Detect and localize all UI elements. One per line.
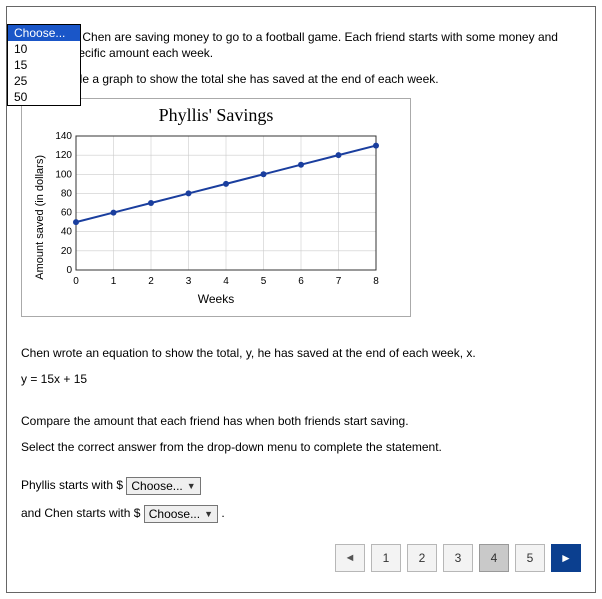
svg-text:40: 40 <box>61 226 73 237</box>
arrow-right-icon: ► <box>560 551 572 565</box>
dropdown-chen-button[interactable]: Choose... ▼ <box>144 505 218 523</box>
svg-text:0: 0 <box>66 265 72 276</box>
arrow-left-icon: ◄ <box>345 552 356 564</box>
chen-equation: y = 15x + 15 <box>21 371 581 387</box>
dropdown-chen-value: Choose... <box>149 507 200 521</box>
select-instruction: Select the correct answer from the drop-… <box>21 439 581 455</box>
svg-text:2: 2 <box>148 276 154 287</box>
pagination: ◄ 12345 ► <box>335 544 581 572</box>
dropdown-chen[interactable]: Choose... ▼ <box>144 505 218 523</box>
svg-text:4: 4 <box>223 276 229 287</box>
svg-text:100: 100 <box>55 169 72 180</box>
next-page-button[interactable]: ► <box>551 544 581 572</box>
dropdown-option[interactable]: 25 <box>8 73 80 89</box>
svg-text:5: 5 <box>261 276 267 287</box>
sentence-part-b: and Chen starts with $ <box>21 506 144 520</box>
svg-text:0: 0 <box>73 276 79 287</box>
svg-text:3: 3 <box>186 276 192 287</box>
line-chart: 012345678020406080100120140 <box>46 130 386 290</box>
svg-text:1: 1 <box>111 276 117 287</box>
chevron-down-icon: ▼ <box>187 479 196 493</box>
svg-text:20: 20 <box>61 245 73 256</box>
svg-text:60: 60 <box>61 207 73 218</box>
chart-title: Phyllis' Savings <box>30 105 402 126</box>
dropdown-option[interactable]: 10 <box>8 41 80 57</box>
sentence-part-c: . <box>221 506 224 520</box>
page-number-button[interactable]: 4 <box>479 544 509 572</box>
compare-instruction: Compare the amount that each friend has … <box>21 413 581 429</box>
svg-text:8: 8 <box>373 276 379 287</box>
svg-text:120: 120 <box>55 150 72 161</box>
page-number-button[interactable]: 3 <box>443 544 473 572</box>
page-number-button[interactable]: 1 <box>371 544 401 572</box>
chen-equation-intro: Chen wrote an equation to show the total… <box>21 345 581 361</box>
intro-paragraph-2: Phyllis made a graph to show the total s… <box>21 71 581 87</box>
dropdown-option[interactable]: Choose... <box>8 25 80 41</box>
dropdown-option[interactable]: 50 <box>8 89 80 105</box>
page-number-button[interactable]: 5 <box>515 544 545 572</box>
dropdown-option[interactable]: 15 <box>8 57 80 73</box>
y-axis-label: Amount saved (in dollars) <box>30 155 46 280</box>
chevron-down-icon: ▼ <box>204 507 213 521</box>
savings-graph: Phyllis' Savings Amount saved (in dollar… <box>21 98 411 317</box>
svg-text:80: 80 <box>61 188 73 199</box>
question-panel: { "intro_p1": "Phyllis and Chen are savi… <box>6 6 596 593</box>
svg-text:7: 7 <box>336 276 342 287</box>
dropdown-phyllis-value: Choose... <box>131 479 182 493</box>
dropdown-phyllis[interactable]: Choose... ▼ <box>126 477 200 495</box>
answer-sentence: Phyllis starts with $ Choose... ▼ <box>21 477 581 495</box>
x-axis-label: Weeks <box>198 292 234 306</box>
prev-page-button[interactable]: ◄ <box>335 544 365 572</box>
sentence-part-a: Phyllis starts with $ <box>21 478 123 492</box>
dropdown-phyllis-list[interactable]: Choose...10152550 <box>7 24 81 106</box>
page-number-button[interactable]: 2 <box>407 544 437 572</box>
dropdown-phyllis-button[interactable]: Choose... ▼ <box>126 477 200 495</box>
svg-text:140: 140 <box>55 131 72 142</box>
intro-paragraph-1: Phyllis and Chen are saving money to go … <box>21 29 581 61</box>
svg-text:6: 6 <box>298 276 304 287</box>
page-number-group: 12345 <box>371 544 545 572</box>
